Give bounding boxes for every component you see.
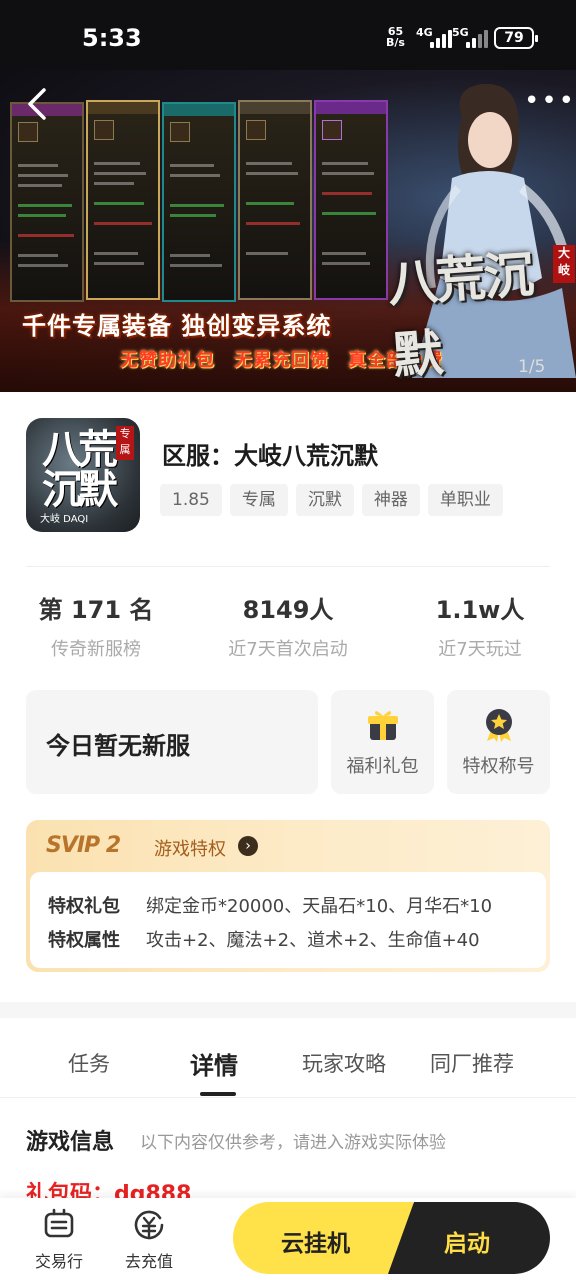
chevron-right-icon[interactable]: › (238, 836, 258, 856)
equipment-card (10, 102, 84, 302)
svip-detail: 特权礼包 绑定金币*20000、天晶石*10、月华石*10 特权属性 攻击+2、魔法… (30, 872, 546, 968)
game-info-note: 以下内容仅供参考，请进入游戏实际体验 (140, 1133, 446, 1153)
equipment-card (314, 100, 388, 300)
svip-row: 特权礼包 绑定金币*20000、天晶石*10、月华石*10 (48, 892, 492, 918)
banner-game-logo: 八荒沉默 (385, 244, 534, 386)
yuan-coin-icon (134, 1210, 164, 1240)
tab-player-guides[interactable]: 玩家攻略 (302, 1048, 386, 1078)
divider (26, 566, 550, 567)
stat-label: 近7天首次启动 (228, 639, 348, 660)
stat-played: 1.1w人 近7天玩过 (410, 590, 550, 661)
tab-same-studio[interactable]: 同厂推荐 (430, 1048, 514, 1078)
trade-label: 交易行 (34, 1252, 83, 1271)
banner-carousel[interactable]: ••• 千件专属装备 独创变异系统 无赞助礼包 无累充回馈 真全部免费 八荒沉默… (0, 70, 576, 392)
svip-row: 特权属性 攻击+2、魔法+2、道术+2、生命值+40 (48, 926, 480, 952)
game-tag: 沉默 (295, 484, 354, 516)
svip-row-label: 特权属性 (48, 930, 120, 951)
status-bar: 5:33 65 B/s 4G 5G 79 (0, 0, 576, 70)
svip-row-label: 特权礼包 (48, 896, 120, 917)
gift-pack-label: 福利礼包 (346, 756, 419, 777)
svip-privilege-card[interactable]: SVIP 2 游戏特权 › 特权礼包 绑定金币*20000、天晶石*10、月华石*… (26, 820, 550, 972)
svip-subtitle: 游戏特权 (154, 839, 226, 860)
svip-logo: SVIP 2 (46, 833, 121, 858)
game-tag: 单职业 (427, 484, 503, 516)
gift-pack-button[interactable]: 福利礼包 (331, 690, 434, 794)
privilege-title-label: 特权称号 (462, 756, 535, 777)
more-icon[interactable]: ••• (524, 88, 576, 114)
tab-details[interactable]: 详情 (190, 1046, 238, 1081)
bottom-action-bar: 交易行 去充值 云挂机 启动 (0, 1198, 576, 1280)
new-server-label: 今日暂无新服 (46, 732, 190, 760)
game-tags: 1.85 专属 沉默 神器 单职业 (160, 484, 511, 516)
battery-icon: 79 (494, 27, 538, 49)
game-icon-sub: 大岐 DAQI (40, 514, 89, 525)
svip-row-value: 绑定金币*20000、天晶石*10、月华石*10 (146, 896, 493, 917)
medal-icon (486, 709, 512, 742)
status-time: 5:33 (82, 24, 142, 52)
game-icon-tag: 专属 (116, 426, 134, 460)
recharge-label: 去充值 (124, 1252, 173, 1271)
privilege-title-button[interactable]: 特权称号 (447, 690, 550, 794)
launch-button[interactable]: 启动 (388, 1202, 550, 1274)
game-tag: 专属 (229, 484, 288, 516)
stat-rank[interactable]: 第 171 名 传奇新服榜 (26, 590, 166, 661)
trade-icon (44, 1208, 74, 1238)
game-icon-title: 八荒沉默 (42, 426, 118, 513)
gift-icon (368, 711, 398, 740)
stat-value: 1.1w人 (435, 596, 525, 624)
signal-4g-icon: 4G (416, 26, 456, 48)
banner-pager: 1/5 (518, 357, 546, 377)
game-title: 区服：大岐八荒沉默 (162, 442, 378, 470)
section-gap (0, 1002, 576, 1018)
tab-active-indicator (200, 1092, 236, 1096)
tab-bar: 任务 详情 玩家攻略 同厂推荐 (0, 1018, 576, 1098)
banner-logo-tag: 大岐 (553, 245, 575, 283)
network-speed: 65 B/s (386, 26, 405, 48)
stat-first-launch: 8149人 近7天首次启动 (218, 590, 358, 661)
network-speed-unit: B/s (386, 36, 405, 49)
new-server-box[interactable]: 今日暂无新服 (26, 690, 318, 794)
equipment-card (238, 100, 312, 300)
launch-label: 启动 (444, 1231, 490, 1257)
signal-5g-icon: 5G (452, 26, 492, 48)
game-info-heading: 游戏信息 (26, 1130, 115, 1155)
game-icon: 八荒沉默 专属 大岐 DAQI (26, 418, 140, 532)
stat-value: 第 171 名 (38, 596, 154, 624)
stat-value: 8149人 (242, 596, 334, 624)
cloud-hangup-label: 云挂机 (281, 1231, 350, 1257)
svip-row-value: 攻击+2、魔法+2、道术+2、生命值+40 (146, 930, 480, 951)
back-icon[interactable] (22, 86, 52, 122)
game-tag: 神器 (361, 484, 420, 516)
banner-slogan: 千件专属装备 独创变异系统 (22, 311, 332, 340)
stat-label: 近7天玩过 (438, 639, 522, 660)
tab-tasks[interactable]: 任务 (68, 1048, 110, 1078)
equipment-card (86, 100, 160, 300)
stat-label: 传奇新服榜 (51, 639, 141, 660)
cloud-hangup-button[interactable]: 云挂机 (233, 1202, 413, 1274)
equipment-card (162, 102, 236, 302)
recharge-button[interactable]: 去充值 (114, 1208, 184, 1272)
trade-button[interactable]: 交易行 (24, 1208, 94, 1272)
game-tag: 1.85 (160, 484, 222, 516)
